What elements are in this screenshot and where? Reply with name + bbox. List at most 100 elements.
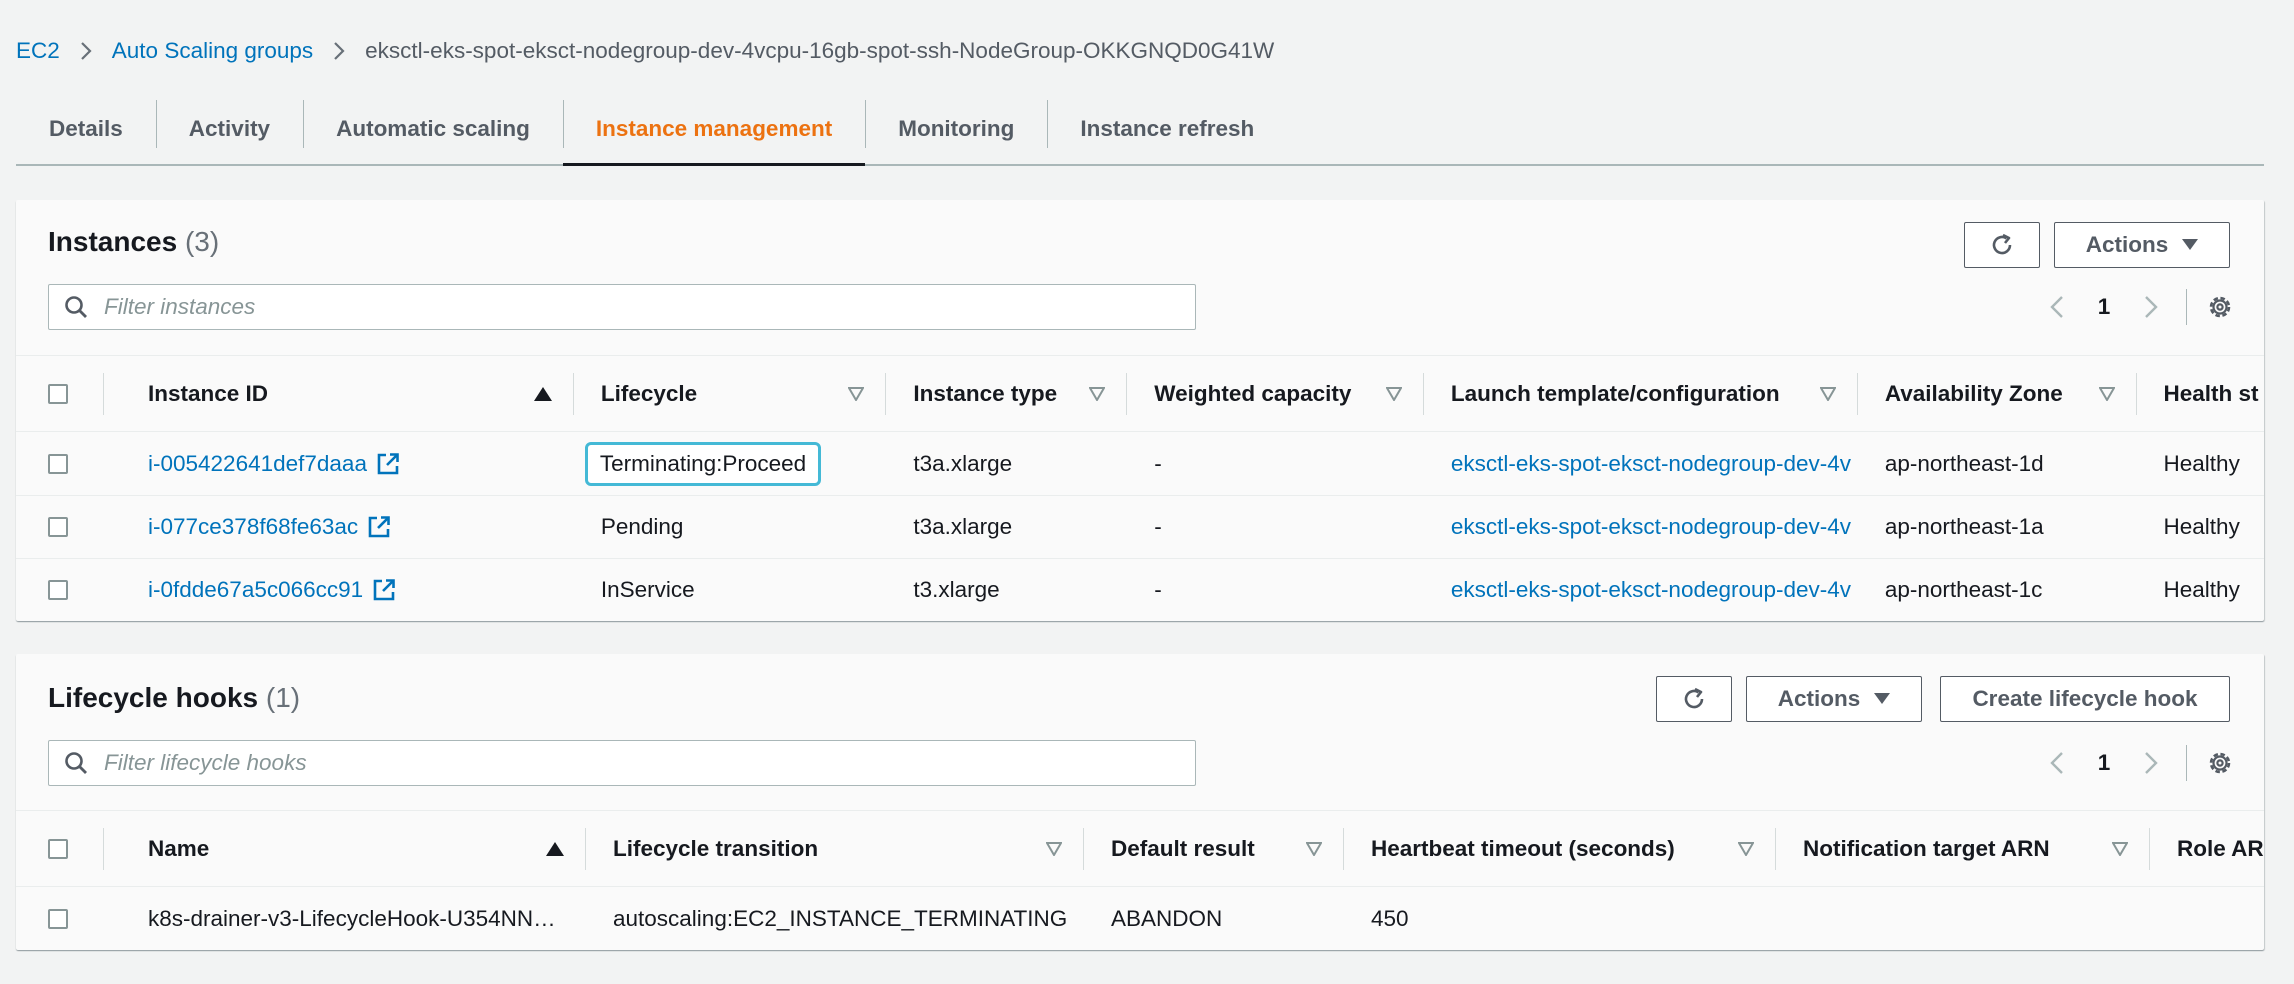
col-instance-id[interactable]: Instance ID [104, 356, 574, 431]
hooks-actions-button[interactable]: Actions [1746, 676, 1922, 722]
col-weighted-capacity[interactable]: Weighted capacity [1127, 356, 1424, 431]
external-link-icon[interactable] [372, 578, 396, 602]
col-instance-type[interactable]: Instance type [886, 356, 1128, 431]
refresh-icon [1988, 231, 2016, 259]
instances-refresh-button[interactable] [1964, 222, 2040, 268]
tab-instance-refresh[interactable]: Instance refresh [1047, 94, 1287, 164]
instance-id-link[interactable]: i-005422641def7daaa [148, 451, 367, 477]
sort-icon [1385, 386, 1402, 401]
table-row[interactable]: i-005422641def7daaa Terminating:Proceed … [16, 431, 2264, 495]
filter-instances-field[interactable] [48, 284, 1196, 330]
col-default-result[interactable]: Default result [1084, 811, 1344, 886]
filter-instances-input[interactable] [104, 294, 1154, 320]
col-availability-zone[interactable]: Availability Zone [1858, 356, 2137, 431]
sort-icon [848, 386, 865, 401]
launch-template-link[interactable]: eksctl-eks-spot-eksct-nodegroup-dev-4v [1451, 514, 1851, 540]
row-checkbox[interactable] [48, 517, 68, 537]
tab-activity[interactable]: Activity [155, 94, 303, 164]
instance-type-value: t3.xlarge [913, 577, 1000, 602]
filter-lifecycle-hooks-input[interactable] [104, 750, 1154, 776]
lifecycle-value: InService [600, 577, 695, 602]
gear-icon[interactable] [2205, 293, 2235, 321]
weighted-capacity-value: - [1154, 450, 1162, 476]
breadcrumb-ec2-link[interactable]: EC2 [16, 38, 60, 64]
col-lifecycle-transition[interactable]: Lifecycle transition [586, 811, 1084, 886]
lifecycle-hooks-title: Lifecycle hooks (1) [48, 682, 300, 714]
instance-type-value: t3a.xlarge [913, 514, 1013, 539]
weighted-capacity-value: - [1154, 514, 1162, 539]
table-row[interactable]: i-077ce378f68fe63ac Pending t3a.xlarge -… [16, 495, 2264, 558]
tab-details[interactable]: Details [16, 94, 156, 164]
instance-type-value: t3a.xlarge [913, 450, 1013, 476]
chevron-right-icon [333, 41, 345, 61]
hooks-current-page[interactable]: 1 [2072, 750, 2136, 776]
instances-title: Instances (3) [48, 226, 219, 258]
hooks-refresh-button[interactable] [1656, 676, 1732, 722]
table-row[interactable]: i-0fdde67a5c066cc91 InService t3.xlarge … [16, 558, 2264, 621]
filter-lifecycle-hooks-field[interactable] [48, 740, 1196, 786]
hooks-pagination: 1 [2042, 745, 2235, 781]
heartbeat-timeout-value: 450 [1371, 905, 1409, 931]
external-link-icon[interactable] [367, 515, 391, 539]
instance-id-link[interactable]: i-0fdde67a5c066cc91 [148, 577, 363, 603]
health-status-value: Healthy [2163, 577, 2240, 602]
lifecycle-hooks-title-text: Lifecycle hooks [48, 682, 259, 713]
row-checkbox[interactable] [48, 580, 68, 600]
default-result-value: ABANDON [1111, 905, 1223, 931]
row-checkbox[interactable] [48, 908, 68, 929]
availability-zone-value: ap-northeast-1d [1884, 450, 2044, 476]
chevron-left-icon[interactable] [2042, 751, 2072, 775]
select-all-checkbox-cell[interactable] [16, 356, 104, 431]
select-all-checkbox[interactable] [48, 383, 68, 404]
col-name[interactable]: Name [104, 811, 586, 886]
breadcrumb-auto-scaling-groups-link[interactable]: Auto Scaling groups [112, 38, 313, 64]
create-lifecycle-hook-button[interactable]: Create lifecycle hook [1940, 676, 2230, 722]
instances-count: (3) [184, 226, 220, 257]
search-icon [64, 751, 88, 775]
sort-icon [1306, 841, 1322, 856]
instances-current-page[interactable]: 1 [2072, 294, 2136, 320]
search-icon [64, 295, 88, 319]
hooks-actions-label: Actions [1777, 686, 1861, 711]
external-link-icon[interactable] [376, 452, 400, 476]
refresh-icon [1680, 685, 1708, 713]
chevron-right-icon[interactable] [2136, 751, 2166, 775]
availability-zone-value: ap-northeast-1a [1884, 514, 2044, 539]
chevron-left-icon[interactable] [2042, 295, 2072, 319]
chevron-right-icon[interactable] [2136, 295, 2166, 319]
instances-panel: Instances (3) Actions 1 [16, 200, 2264, 621]
sort-icon [1738, 841, 1754, 856]
col-role-arn[interactable]: Role ARI [2150, 811, 2264, 886]
table-row[interactable]: k8s-drainer-v3-LifecycleHook-U354NN… aut… [16, 886, 2264, 950]
launch-template-link[interactable]: eksctl-eks-spot-eksct-nodegroup-dev-4v [1451, 451, 1851, 477]
gear-icon[interactable] [2205, 749, 2235, 777]
health-status-value: Healthy [2163, 450, 2240, 476]
select-all-checkbox-cell[interactable] [16, 811, 104, 886]
sort-icon [1046, 841, 1062, 856]
instances-pagination: 1 [2042, 289, 2235, 325]
tab-monitoring[interactable]: Monitoring [865, 94, 1047, 164]
col-notification-target-arn[interactable]: Notification target ARN [1776, 811, 2150, 886]
lifecycle-transition-value: autoscaling:EC2_INSTANCE_TERMINATING [613, 905, 1068, 931]
sort-ascending-icon [533, 386, 552, 401]
instances-actions-button[interactable]: Actions [2054, 222, 2230, 268]
caret-down-icon [1874, 693, 1891, 705]
sort-icon [2098, 386, 2115, 401]
col-heartbeat-timeout[interactable]: Heartbeat timeout (seconds) [1344, 811, 1776, 886]
lifecycle-value: Pending [600, 514, 684, 539]
col-lifecycle[interactable]: Lifecycle [574, 356, 887, 431]
launch-template-link[interactable]: eksctl-eks-spot-eksct-nodegroup-dev-4v [1451, 577, 1851, 603]
health-status-value: Healthy [2163, 514, 2240, 539]
select-all-checkbox[interactable] [48, 838, 68, 859]
lifecycle-hooks-count: (1) [265, 682, 301, 713]
instance-id-link[interactable]: i-077ce378f68fe63ac [148, 514, 358, 540]
lifecycle-hooks-table: Name Lifecycle transition Default result… [16, 810, 2264, 950]
tab-instance-management[interactable]: Instance management [562, 94, 866, 166]
lifecycle-value: Terminating:Proceed [584, 441, 822, 486]
col-launch-template[interactable]: Launch template/configuration [1424, 356, 1858, 431]
hook-name-value: k8s-drainer-v3-LifecycleHook-U354NN… [148, 905, 556, 931]
breadcrumb: EC2 Auto Scaling groups eksctl-eks-spot-… [16, 36, 1274, 66]
col-health-status[interactable]: Health st [2137, 356, 2264, 431]
row-checkbox[interactable] [48, 453, 68, 474]
tab-automatic-scaling[interactable]: Automatic scaling [303, 94, 563, 164]
